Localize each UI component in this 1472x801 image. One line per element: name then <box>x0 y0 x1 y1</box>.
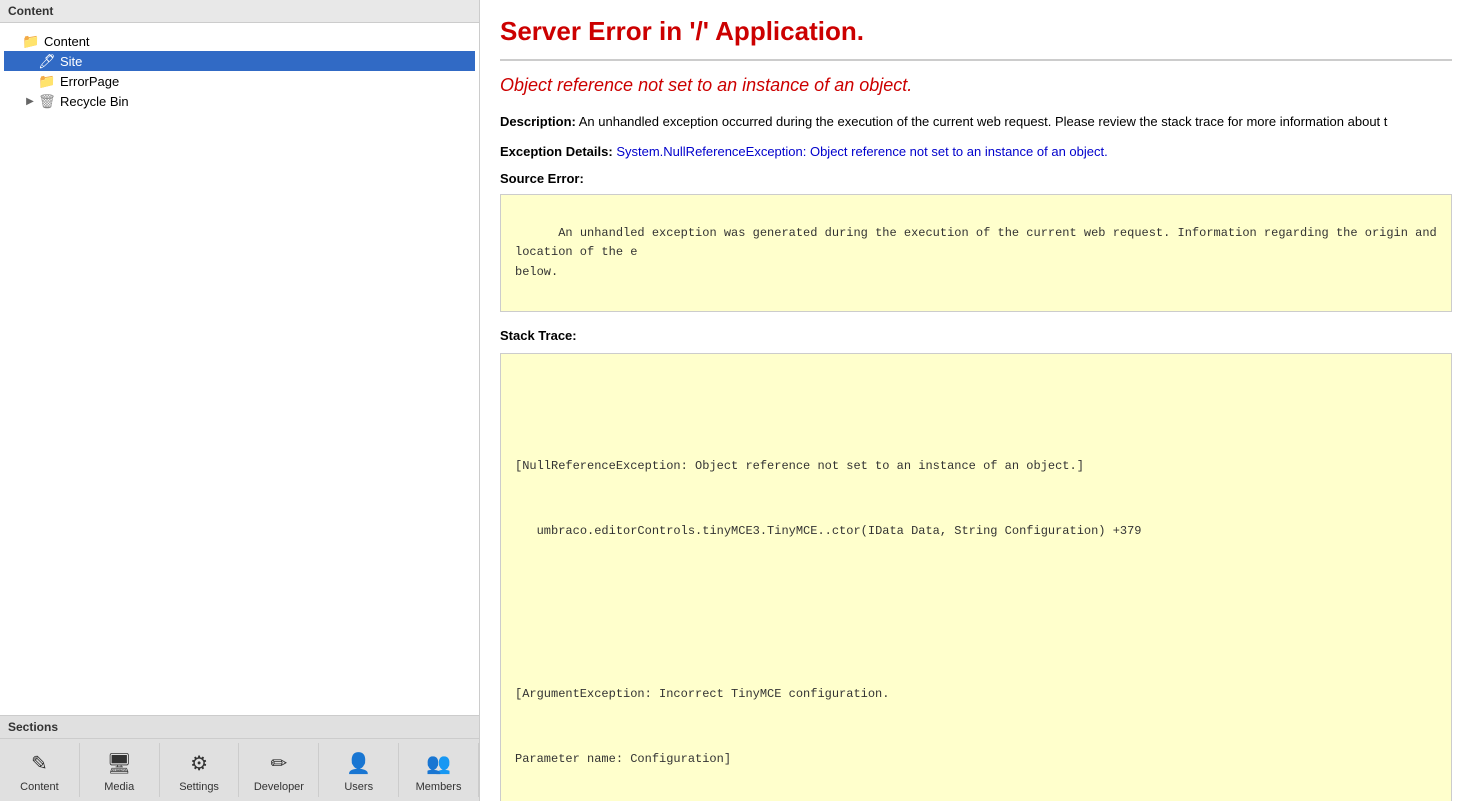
tree-item-recycle-bin[interactable]: ▶ 🗑 Recycle Bin <box>4 91 475 111</box>
recycle-bin-icon: 🗑 <box>38 93 56 109</box>
source-error-label: Source Error: <box>500 171 1452 186</box>
section-settings[interactable]: ⚙ Settings <box>160 743 240 797</box>
content-section-icon: ✎ <box>23 747 55 779</box>
tree-item-site[interactable]: 🖊 Site <box>4 51 475 71</box>
tree-label: Recycle Bin <box>60 94 129 109</box>
tree-label: ErrorPage <box>60 74 119 89</box>
users-section-icon: 👤 <box>343 747 375 779</box>
section-members[interactable]: 👥 Members <box>399 743 479 797</box>
stack-section-1: [NullReferenceException: Object referenc… <box>515 413 1437 586</box>
stack-line: [ArgumentException: Incorrect TinyMCE co… <box>515 684 1437 706</box>
members-section-icon: 👥 <box>423 747 455 779</box>
error-divider <box>500 59 1452 61</box>
content-tree: 📁 Content 🖊 Site 📁 ErrorPage ▶ 🗑 Recycle… <box>0 23 479 715</box>
description-text: An unhandled exception occurred during t… <box>579 114 1388 129</box>
source-error-text: An unhandled exception was generated dur… <box>515 226 1444 278</box>
expander-icon <box>8 35 20 47</box>
section-media[interactable]: 🖥 Media <box>80 743 160 797</box>
sections-icons: ✎ Content 🖥 Media ⚙ Settings ✏ Developer… <box>0 739 479 801</box>
left-panel: Content 📁 Content 🖊 Site 📁 ErrorPage <box>0 0 480 801</box>
stack-trace-box: [NullReferenceException: Object referenc… <box>500 353 1452 801</box>
stack-line: Parameter name: Configuration] <box>515 749 1437 771</box>
stack-line: umbraco.editorControls.tinyMCE3.TinyMCE.… <box>515 521 1437 543</box>
section-members-label: Members <box>416 781 462 793</box>
section-users[interactable]: 👤 Users <box>319 743 399 797</box>
exception-text: System.NullReferenceException: Object re… <box>616 144 1107 159</box>
media-section-icon: 🖥 <box>103 747 135 779</box>
panel-header: Content <box>0 0 479 23</box>
section-users-label: Users <box>344 781 373 793</box>
exception-label: Exception Details: <box>500 144 613 159</box>
expander-icon: ▶ <box>24 95 36 107</box>
error-subtitle: Object reference not set to an instance … <box>500 75 1452 96</box>
section-content[interactable]: ✎ Content <box>0 743 80 797</box>
error-title: Server Error in '/' Application. <box>500 16 1452 47</box>
folder-icon: 📁 <box>38 73 56 89</box>
description-label: Description: <box>500 114 576 129</box>
tree-item-errorpage[interactable]: 📁 ErrorPage <box>4 71 475 91</box>
page-icon: 🖊 <box>38 53 56 69</box>
tree-label: Site <box>60 54 82 69</box>
stack-line: [NullReferenceException: Object referenc… <box>515 456 1437 478</box>
stack-section-2: [ArgumentException: Incorrect TinyMCE co… <box>515 641 1437 801</box>
error-description: Description: An unhandled exception occu… <box>500 112 1452 132</box>
sections-bar: Sections ✎ Content 🖥 Media ⚙ Settings ✏ … <box>0 715 479 801</box>
tree-label: Content <box>44 34 90 49</box>
sections-label: Sections <box>0 716 479 739</box>
stack-trace-label: Stack Trace: <box>500 328 1452 343</box>
section-media-label: Media <box>104 781 134 793</box>
expander-icon <box>24 55 36 67</box>
settings-section-icon: ⚙ <box>183 747 215 779</box>
tree-item-content[interactable]: 📁 Content <box>4 31 475 51</box>
developer-section-icon: ✏ <box>263 747 295 779</box>
expander-icon <box>24 75 36 87</box>
exception-details: Exception Details: System.NullReferenceE… <box>500 142 1452 162</box>
source-error-box: An unhandled exception was generated dur… <box>500 194 1452 312</box>
section-developer-label: Developer <box>254 781 304 793</box>
section-developer[interactable]: ✏ Developer <box>239 743 319 797</box>
section-content-label: Content <box>20 781 59 793</box>
right-panel: Server Error in '/' Application. Object … <box>480 0 1472 801</box>
section-settings-label: Settings <box>179 781 219 793</box>
folder-icon: 📁 <box>22 33 40 49</box>
